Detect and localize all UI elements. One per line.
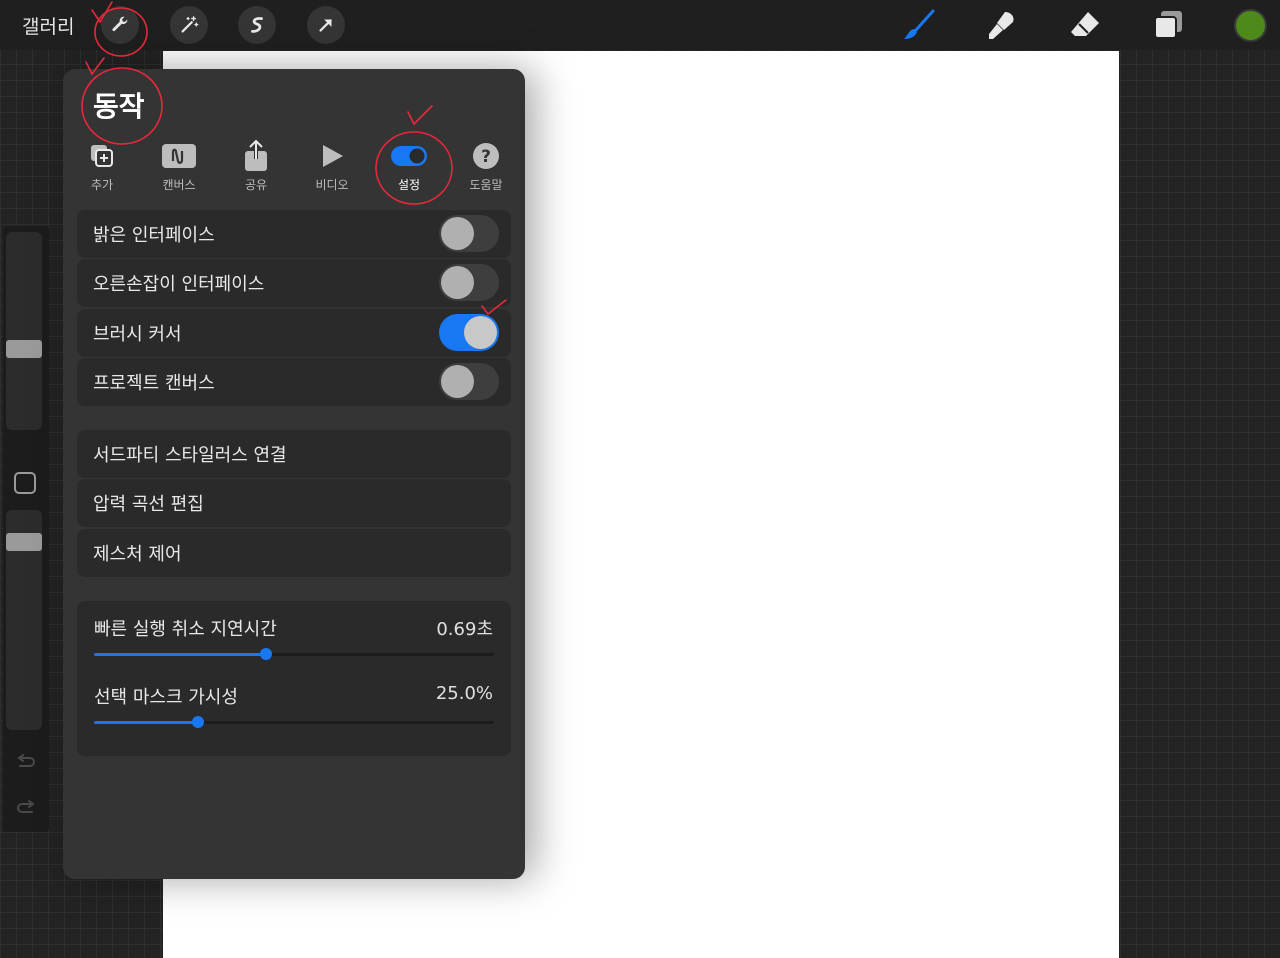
menu-item-label: 제스처 제어: [93, 544, 182, 565]
sliders-section: 빠른 실행 취소 지연시간 0.69초 선택 마스크 가시성 25.0%: [77, 601, 511, 756]
toggle-icon: [391, 146, 427, 166]
eraser-tool-button[interactable]: [1067, 8, 1103, 42]
brush-size-slider[interactable]: [6, 232, 42, 430]
layers-button[interactable]: [1150, 8, 1186, 42]
canvas-icon: [162, 144, 196, 168]
setting-light-interface: 밝은 인터페이스: [77, 210, 511, 258]
brush-cursor-toggle[interactable]: [439, 314, 499, 351]
smudge-icon: [989, 12, 1014, 39]
undo-delay-label: 빠른 실행 취소 지연시간: [94, 619, 277, 640]
setting-label: 밝은 인터페이스: [93, 225, 215, 246]
slider-fill: [94, 721, 198, 724]
play-icon: [323, 145, 343, 167]
tab-settings[interactable]: 설정: [377, 136, 441, 193]
brush-icon: [904, 9, 935, 39]
tab-help[interactable]: ? 도움말: [454, 136, 518, 193]
mask-visibility-slider[interactable]: [94, 716, 494, 728]
magic-wand-icon: [181, 16, 199, 33]
gesture-controls-item[interactable]: 제스처 제어: [77, 529, 511, 577]
modify-button[interactable]: [14, 472, 36, 494]
light-interface-toggle[interactable]: [439, 215, 499, 252]
selection-icon: [251, 17, 263, 33]
tab-video[interactable]: 비디오: [300, 136, 364, 193]
adjustments-button[interactable]: [170, 6, 208, 44]
eraser-icon: [1071, 12, 1099, 36]
slider-thumb[interactable]: [260, 648, 272, 660]
tab-add[interactable]: 추가: [70, 136, 134, 193]
top-toolbar: 갤러리: [0, 0, 1280, 50]
svg-text:?: ?: [481, 147, 491, 167]
setting-brush-cursor: 브러시 커서: [77, 309, 511, 357]
smudge-tool-button[interactable]: [984, 8, 1020, 42]
setting-label: 오른손잡이 인터페이스: [93, 274, 265, 295]
undo-delay-value: 0.69초: [436, 619, 493, 640]
toggle-knob: [441, 217, 474, 250]
selection-button[interactable]: [238, 6, 276, 44]
brush-tool-button[interactable]: [901, 8, 937, 42]
gallery-button[interactable]: 갤러리: [22, 12, 74, 39]
slider-thumb[interactable]: [192, 716, 204, 728]
project-canvas-toggle[interactable]: [439, 363, 499, 400]
share-icon: [245, 139, 267, 171]
right-handed-toggle[interactable]: [439, 264, 499, 301]
add-image-icon: [91, 145, 113, 167]
toggle-knob: [464, 316, 497, 349]
redo-icon[interactable]: [14, 797, 38, 821]
transform-button[interactable]: [307, 6, 345, 44]
mask-visibility-value: 25.0%: [435, 683, 493, 704]
panel-title: 동작: [93, 90, 145, 123]
mask-visibility-label: 선택 마스크 가시성: [94, 687, 238, 708]
pressure-curve-item[interactable]: 압력 곡선 편집: [77, 479, 511, 527]
brush-size-thumb[interactable]: [6, 340, 42, 358]
transform-arrow-icon: [319, 19, 332, 32]
menu-item-label: 서드파티 스타일러스 연결: [93, 445, 287, 466]
stylus-connect-item[interactable]: 서드파티 스타일러스 연결: [77, 430, 511, 478]
tab-share[interactable]: 공유: [224, 136, 288, 193]
menu-item-label: 압력 곡선 편집: [93, 494, 204, 515]
setting-label: 프로젝트 캔버스: [93, 373, 215, 394]
wrench-icon: [112, 16, 128, 32]
setting-label: 브러시 커서: [93, 324, 182, 345]
help-icon: ?: [473, 143, 499, 169]
opacity-thumb[interactable]: [6, 533, 42, 551]
tab-canvas[interactable]: 캔버스: [147, 136, 211, 193]
layers-icon: [1154, 11, 1182, 39]
toggle-knob: [441, 365, 474, 398]
setting-right-handed: 오른손잡이 인터페이스: [77, 259, 511, 307]
undo-icon[interactable]: [14, 751, 38, 775]
color-picker-button[interactable]: [1234, 9, 1267, 42]
toggle-knob: [441, 266, 474, 299]
undo-delay-slider[interactable]: [94, 648, 494, 660]
slider-fill: [94, 653, 266, 656]
setting-project-canvas: 프로젝트 캔버스: [77, 358, 511, 406]
actions-button[interactable]: [101, 6, 139, 44]
